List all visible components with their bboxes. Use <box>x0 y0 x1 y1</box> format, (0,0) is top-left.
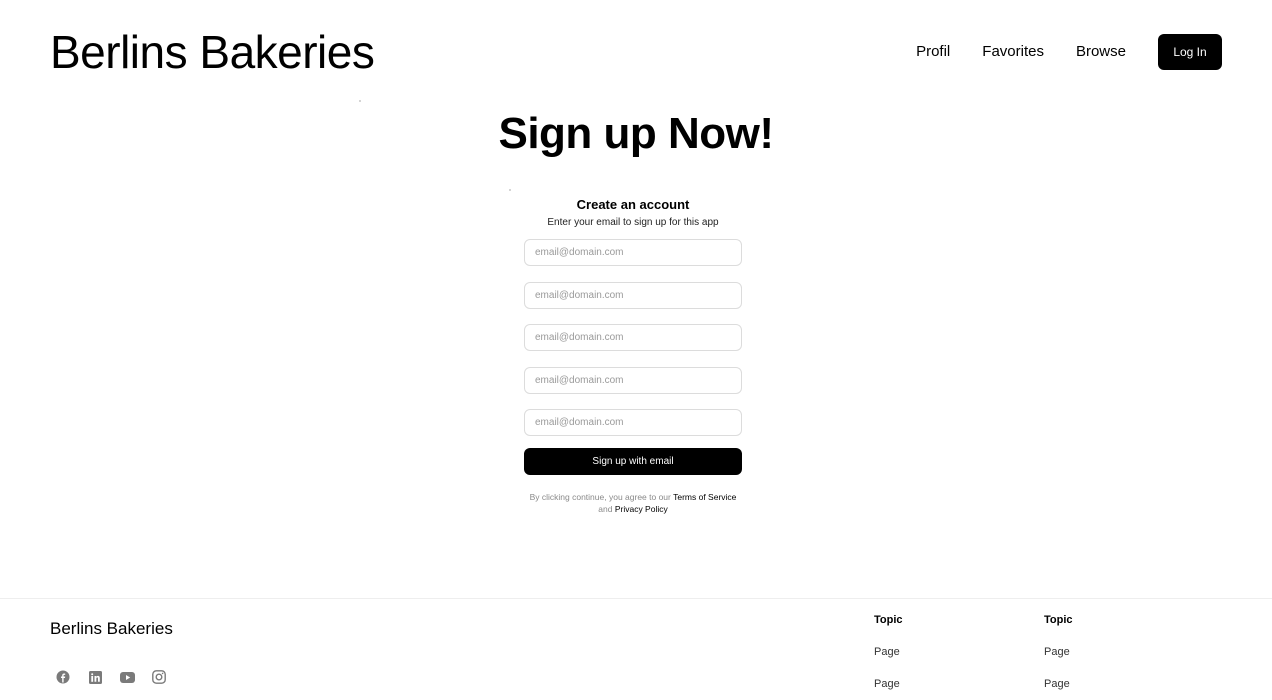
main-nav: Profil Favorites Browse Log In <box>916 34 1222 70</box>
linkedin-icon[interactable] <box>87 669 103 685</box>
email-field-4[interactable] <box>524 366 742 394</box>
email-field-5[interactable] <box>524 409 742 436</box>
signup-form: Create an account Enter your email to si… <box>524 196 742 515</box>
footer-page-link[interactable]: Page <box>874 645 903 659</box>
page-title: Sign up Now! <box>498 109 774 158</box>
brand-logo[interactable]: Berlins Bakeries <box>50 26 375 78</box>
footer-column-1: Topic Page Page <box>874 613 903 691</box>
youtube-icon[interactable] <box>119 669 135 685</box>
form-title: Create an account <box>576 197 690 212</box>
footer-column-2: Topic Page Page <box>1044 613 1073 691</box>
input-group <box>524 239 742 436</box>
signup-button[interactable]: Sign up with email <box>524 447 742 475</box>
terms-link[interactable]: Terms of Service <box>673 492 736 502</box>
legal-text: By clicking continue, you agree to our T… <box>524 491 742 515</box>
nav-profil[interactable]: Profil <box>916 34 950 70</box>
footer-page-link[interactable]: Page <box>1044 677 1073 691</box>
email-field-3[interactable] <box>524 324 742 351</box>
nav-browse[interactable]: Browse <box>1076 34 1126 70</box>
footer-topic: Topic <box>1044 614 1073 626</box>
legal-and: and <box>598 503 613 514</box>
footer-page-link[interactable]: Page <box>1044 645 1073 659</box>
facebook-icon[interactable] <box>55 669 71 685</box>
instagram-icon[interactable] <box>151 669 167 685</box>
email-field-1[interactable] <box>524 239 742 266</box>
email-field-2[interactable] <box>524 281 742 309</box>
footer-brand: Berlins Bakeries <box>50 619 173 638</box>
legal-prefix: By clicking continue, you agree to our <box>529 491 671 502</box>
login-button[interactable]: Log In <box>1158 34 1222 70</box>
site-footer: Berlins Bakeries Topic Page Page Topic P… <box>0 598 1272 700</box>
form-subtitle: Enter your email to sign up for this app <box>547 217 719 228</box>
footer-page-link[interactable]: Page <box>874 677 903 691</box>
site-header: Berlins Bakeries Profil Favorites Browse… <box>0 0 1272 100</box>
decor-dot <box>359 100 361 102</box>
nav-favorites[interactable]: Favorites <box>982 34 1044 70</box>
social-links <box>55 669 183 685</box>
footer-topic: Topic <box>874 614 903 626</box>
decor-dot <box>509 189 511 191</box>
privacy-link[interactable]: Privacy Policy <box>615 504 668 514</box>
